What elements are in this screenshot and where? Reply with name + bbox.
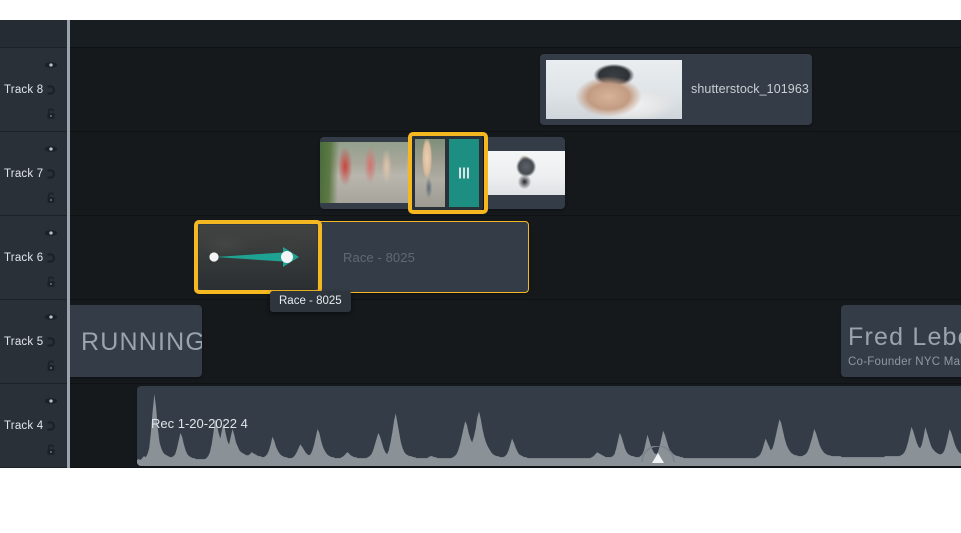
lane-track-4[interactable]: Rec 1-20-2022 4 [67,384,961,468]
mute-icon[interactable] [44,335,58,349]
pan-motion-arrow-icon [209,247,299,267]
timeline-panel: Track 8 Track 7 Track 6 Track 5 Track 4 … [0,20,961,468]
track-label: Track 6 [4,251,44,264]
track-controls [41,384,61,467]
clip-tooltip: Race - 8025 [270,291,351,312]
track-label: Track 4 [4,419,44,432]
track-controls [41,216,61,299]
shutterstock-clip[interactable]: shutterstock_101963 [540,54,812,125]
title-text: RUNNING [81,328,202,356]
mute-icon[interactable] [44,251,58,265]
eye-icon[interactable] [44,58,58,72]
track-controls [41,48,61,131]
track-label: Track 5 [4,335,44,348]
eye-icon[interactable] [44,310,58,324]
lane-spacer [67,20,961,48]
track-header-track-7[interactable]: Track 7 [0,132,67,216]
track-controls [41,300,61,383]
track-controls [41,132,61,215]
track-header-column: Track 8 Track 7 Track 6 Track 5 Track 4 [0,20,67,468]
title-subtitle: Co-Founder NYC Marath [848,356,961,368]
mute-icon[interactable] [44,419,58,433]
runner-white-clip[interactable] [484,137,565,209]
video-editor-timeline-screen: Track 8 Track 7 Track 6 Track 5 Track 4 … [0,0,961,533]
eye-icon[interactable] [44,394,58,408]
track-header-track-5[interactable]: Track 5 [0,300,67,384]
lane-track-6[interactable]: Race - 8025 Race - 8025 [67,216,961,312]
fred-lebow-title-clip[interactable]: Fred Lebow Co-Founder NYC Marath [841,305,961,377]
clip-title: shutterstock_101963 [691,82,809,96]
clip-title: Rec 1-20-2022 4 [151,416,248,431]
clip-title: Race - 8025 [343,250,415,265]
audio-waveform [137,393,961,466]
track-label: Track 7 [4,167,44,180]
track-header-track-8[interactable]: Track 8 [0,48,67,132]
track-header-track-6[interactable]: Track 6 [0,216,67,300]
timeline-lanes: shutterstock_101963 Race - 8025 Race - 8… [9,20,961,468]
track-header-divider[interactable] [67,20,70,468]
lock-icon[interactable] [44,275,58,289]
lock-icon[interactable] [44,107,58,121]
mute-icon[interactable] [44,167,58,181]
audio-recording-clip[interactable]: Rec 1-20-2022 4 [137,386,961,466]
track-label: Track 8 [4,83,44,96]
eye-icon[interactable] [44,226,58,240]
fade-handle-icon[interactable] [638,446,678,464]
dragged-clip-thumbnail[interactable] [199,225,317,289]
lock-icon[interactable] [44,443,58,457]
transition-fill [449,139,479,207]
track-header-spacer [0,20,67,48]
lane-track-7[interactable] [67,132,961,216]
lane-track-5[interactable]: RUNNING Fred Lebow Co-Founder NYC Marath [9,300,961,384]
lock-icon[interactable] [44,359,58,373]
title-text: Fred Lebow [848,323,961,351]
transition-element[interactable] [411,135,483,211]
clip-thumbnail [546,60,682,119]
transition-grip-handle[interactable] [459,167,469,179]
mute-icon[interactable] [44,83,58,97]
transition-thumbnail [415,139,445,207]
track-header-track-4[interactable]: Track 4 [0,384,67,468]
lane-track-8[interactable]: shutterstock_101963 [67,48,961,132]
lock-icon[interactable] [44,191,58,205]
clip-thumbnail [484,151,565,195]
eye-icon[interactable] [44,142,58,156]
